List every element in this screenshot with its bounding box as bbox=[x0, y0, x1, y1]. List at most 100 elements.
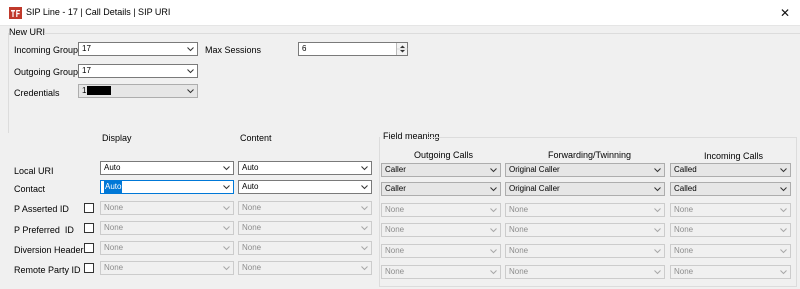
p-preferred-id-content-dropdown[interactable]: None bbox=[238, 221, 372, 235]
contact-content-dropdown[interactable]: Auto bbox=[238, 180, 372, 194]
dropdown-value: Auto bbox=[104, 181, 123, 193]
incoming-group-label: Incoming Group bbox=[14, 45, 79, 55]
outgoing-group-value: 17 bbox=[82, 66, 91, 75]
remote-party-id-incoming-dropdown[interactable]: None bbox=[670, 265, 791, 279]
dropdown-value: Original Caller bbox=[509, 184, 560, 193]
dropdown-value: Called bbox=[674, 165, 697, 174]
p-asserted-id-outgoing-dropdown[interactable]: None bbox=[381, 203, 501, 217]
chevron-down-icon bbox=[490, 208, 497, 213]
new-uri-group-rule bbox=[44, 33, 800, 34]
p-asserted-id-display-dropdown[interactable]: None bbox=[100, 201, 234, 215]
dropdown-value: None bbox=[509, 246, 529, 255]
chevron-down-icon bbox=[223, 226, 230, 231]
credentials-label: Credentials bbox=[14, 88, 60, 98]
credentials-dropdown[interactable]: 1 bbox=[78, 84, 198, 98]
row-label: P Preferred ID bbox=[14, 225, 74, 235]
close-icon: ✕ bbox=[779, 5, 791, 20]
p-preferred-id-forwarding-dropdown[interactable]: None bbox=[505, 223, 665, 237]
dropdown-value: None bbox=[242, 263, 262, 272]
outgoing-calls-header: Outgoing Calls bbox=[414, 150, 474, 160]
p-asserted-id-checkbox[interactable] bbox=[84, 203, 94, 213]
chevron-down-icon bbox=[654, 168, 661, 173]
dropdown-value: Caller bbox=[385, 184, 406, 193]
remote-party-id-content-dropdown[interactable]: None bbox=[238, 261, 372, 275]
chevron-down-icon bbox=[361, 246, 368, 251]
chevron-down-icon bbox=[490, 270, 497, 275]
dropdown-value: Caller bbox=[385, 165, 406, 174]
p-asserted-id-forwarding-dropdown[interactable]: None bbox=[505, 203, 665, 217]
diversion-header-display-dropdown[interactable]: None bbox=[100, 241, 234, 255]
credentials-value: 1 bbox=[82, 86, 87, 95]
dropdown-value: None bbox=[385, 225, 405, 234]
max-sessions-label: Max Sessions bbox=[205, 45, 262, 55]
dropdown-value: None bbox=[674, 205, 694, 214]
diversion-header-forwarding-dropdown[interactable]: None bbox=[505, 244, 665, 258]
chevron-down-icon bbox=[780, 270, 787, 275]
chevron-down-icon bbox=[780, 168, 787, 173]
remote-party-id-checkbox[interactable] bbox=[84, 263, 94, 273]
max-sessions-value: 6 bbox=[302, 44, 307, 53]
max-sessions-spinner[interactable]: 6 bbox=[298, 42, 408, 56]
new-uri-group-rule-left bbox=[8, 33, 9, 133]
chevron-down-icon bbox=[490, 249, 497, 254]
new-uri-legend: New URI bbox=[9, 27, 46, 37]
chevron-down-icon bbox=[654, 228, 661, 233]
dropdown-value: None bbox=[674, 246, 694, 255]
chevron-down-icon bbox=[223, 266, 230, 271]
remote-party-id-display-dropdown[interactable]: None bbox=[100, 261, 234, 275]
local-uri-forwarding-dropdown[interactable]: Original Caller bbox=[505, 163, 665, 177]
contact-outgoing-dropdown[interactable]: Caller bbox=[381, 182, 501, 196]
row-label: Contact bbox=[14, 184, 46, 194]
diversion-header-checkbox[interactable] bbox=[84, 243, 94, 253]
local-uri-incoming-dropdown[interactable]: Called bbox=[670, 163, 791, 177]
chevron-down-icon bbox=[361, 206, 368, 211]
chevron-down-icon bbox=[187, 47, 194, 52]
title-bar: SIP Line - 17 | Call Details | SIP URI ✕ bbox=[0, 0, 800, 26]
local-uri-content-dropdown[interactable]: Auto bbox=[238, 161, 372, 175]
p-preferred-id-incoming-dropdown[interactable]: None bbox=[670, 223, 791, 237]
chevron-down-icon bbox=[223, 206, 230, 211]
p-preferred-id-outgoing-dropdown[interactable]: None bbox=[381, 223, 501, 237]
chevron-down-icon bbox=[654, 187, 661, 192]
outgoing-group-dropdown[interactable]: 17 bbox=[78, 64, 198, 78]
dropdown-value: None bbox=[104, 263, 124, 272]
local-uri-display-dropdown[interactable]: Auto bbox=[100, 161, 234, 175]
p-preferred-id-checkbox[interactable] bbox=[84, 223, 94, 233]
incoming-group-dropdown[interactable]: 17 bbox=[78, 42, 198, 56]
p-preferred-id-display-dropdown[interactable]: None bbox=[100, 221, 234, 235]
p-asserted-id-content-dropdown[interactable]: None bbox=[238, 201, 372, 215]
diversion-header-content-dropdown[interactable]: None bbox=[238, 241, 372, 255]
dropdown-value: Auto bbox=[242, 182, 259, 191]
remote-party-id-forwarding-dropdown[interactable]: None bbox=[505, 265, 665, 279]
remote-party-id-outgoing-dropdown[interactable]: None bbox=[381, 265, 501, 279]
chevron-down-icon bbox=[490, 187, 497, 192]
diversion-header-incoming-dropdown[interactable]: None bbox=[670, 244, 791, 258]
chevron-down-icon bbox=[780, 208, 787, 213]
chevron-down-icon bbox=[361, 226, 368, 231]
dropdown-value: None bbox=[242, 243, 262, 252]
p-asserted-id-incoming-dropdown[interactable]: None bbox=[670, 203, 791, 217]
display-column-header: Display bbox=[102, 133, 132, 143]
diversion-header-outgoing-dropdown[interactable]: None bbox=[381, 244, 501, 258]
chevron-down-icon bbox=[490, 168, 497, 173]
close-button[interactable]: ✕ bbox=[770, 0, 800, 25]
chevron-down-icon bbox=[361, 185, 368, 190]
contact-forwarding-dropdown[interactable]: Original Caller bbox=[505, 182, 665, 196]
spin-updown-icon[interactable] bbox=[396, 43, 408, 55]
row-label: Diversion Header bbox=[14, 245, 84, 255]
chevron-down-icon bbox=[223, 246, 230, 251]
dropdown-value: None bbox=[242, 223, 262, 232]
contact-incoming-dropdown[interactable]: Called bbox=[670, 182, 791, 196]
redacted-block bbox=[87, 86, 112, 96]
chevron-down-icon bbox=[187, 69, 194, 74]
dropdown-value: Original Caller bbox=[509, 165, 560, 174]
dropdown-value: Auto bbox=[104, 163, 121, 172]
dropdown-value: Auto bbox=[242, 163, 259, 172]
local-uri-outgoing-dropdown[interactable]: Caller bbox=[381, 163, 501, 177]
dropdown-value: None bbox=[104, 243, 124, 252]
contact-display-dropdown[interactable]: Auto bbox=[100, 180, 234, 194]
chevron-down-icon bbox=[780, 249, 787, 254]
chevron-down-icon bbox=[223, 185, 230, 190]
field-meaning-rule bbox=[427, 137, 797, 138]
chevron-down-icon bbox=[654, 270, 661, 275]
